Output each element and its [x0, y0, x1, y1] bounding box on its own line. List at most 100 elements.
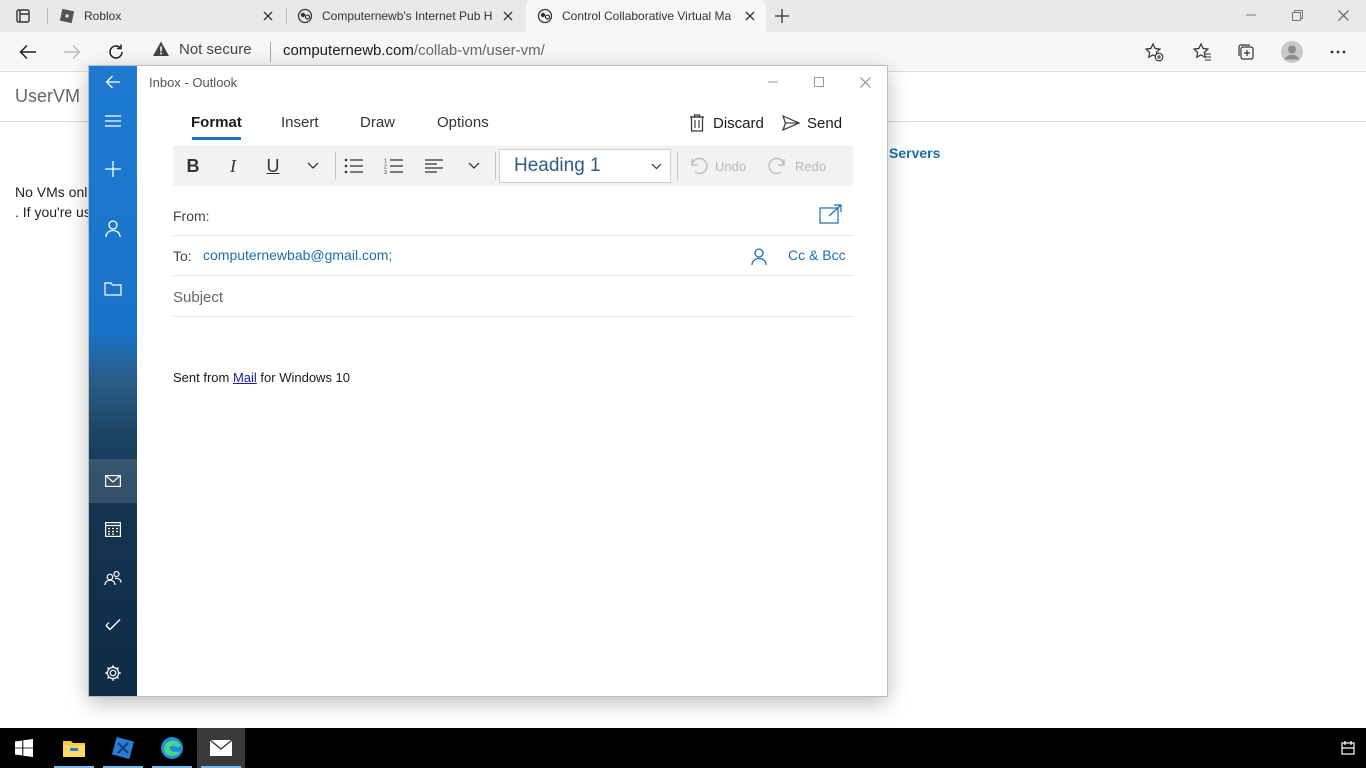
mail-app-link[interactable]: Mail — [233, 370, 257, 385]
send-label: Send — [807, 114, 843, 132]
profile-avatar[interactable] — [1278, 38, 1306, 66]
font-options-chevron-icon[interactable] — [295, 150, 331, 182]
message-body-signature[interactable]: Sent from Mail for Windows 10 — [173, 370, 350, 385]
mail-window-title: Inbox - Outlook — [149, 75, 238, 90]
calendar-icon[interactable] — [89, 507, 137, 551]
address-separator — [270, 42, 271, 62]
edge-icon[interactable] — [148, 728, 196, 768]
computernewb-favicon-icon — [296, 7, 314, 25]
forward-arrow-icon[interactable] — [58, 38, 86, 66]
align-left-icon[interactable] — [416, 150, 452, 182]
undo-arrow-icon — [687, 155, 709, 177]
undo-label: Undo — [715, 158, 747, 174]
people-icon[interactable] — [89, 556, 137, 600]
bold-button[interactable]: B — [175, 150, 211, 182]
windows-taskbar — [0, 728, 1366, 768]
chevron-down-icon — [646, 156, 666, 176]
security-label: Not secure — [179, 40, 252, 58]
ribbon-tab-options[interactable]: Options — [437, 114, 489, 131]
roblox-favicon-icon — [58, 7, 76, 25]
address-url[interactable]: computernewb.com/collab-vm/user-vm/ — [283, 42, 545, 59]
paragraph-style-select[interactable]: Heading 1 — [499, 149, 671, 183]
mail-minimize-icon[interactable] — [750, 66, 796, 98]
paragraph-options-chevron-icon[interactable] — [456, 150, 492, 182]
back-arrow-icon[interactable] — [14, 38, 42, 66]
page-message-line2: . If you're us — [15, 204, 91, 220]
toolbar-separator — [495, 152, 496, 180]
discard-button[interactable]: Discard — [687, 110, 764, 136]
url-host: computernewb.com — [283, 42, 414, 59]
style-select-value: Heading 1 — [514, 155, 601, 176]
tab-title: Computernewb's Internet Pub H — [322, 9, 493, 23]
send-button[interactable]: Send — [781, 110, 842, 136]
mail-icon[interactable] — [89, 459, 137, 503]
favorites-icon[interactable] — [1188, 38, 1216, 66]
redo-label: Redo — [795, 158, 827, 174]
warning-triangle-icon — [152, 40, 170, 58]
windows-start-icon[interactable] — [0, 728, 48, 768]
browser-tab-strip: Roblox Computernewb's Internet Pub H Con… — [0, 0, 1366, 32]
signature-suffix: for Windows 10 — [256, 370, 351, 385]
undo-button[interactable]: Undo — [687, 150, 746, 182]
computernewb-favicon-icon — [536, 7, 554, 25]
bulleted-list-icon[interactable] — [336, 150, 372, 182]
todo-check-icon[interactable] — [89, 603, 137, 647]
tab-control-collaborative-vm[interactable]: Control Collaborative Virtual Ma — [526, 0, 766, 32]
formatting-toolbar: B I U 123 Heading 1 Undo Redo — [173, 146, 853, 186]
tab-roblox[interactable]: Roblox — [48, 0, 284, 32]
numbered-list-icon[interactable]: 123 — [376, 150, 412, 182]
redo-button[interactable]: Redo — [767, 150, 826, 182]
browser-restore-icon[interactable] — [1274, 0, 1320, 30]
tab-close-icon[interactable] — [740, 6, 760, 26]
tab-computernewb-pub[interactable]: Computernewb's Internet Pub H — [286, 0, 524, 32]
folder-icon[interactable] — [89, 267, 137, 311]
roblox-studio-icon[interactable] — [99, 728, 147, 768]
notification-tray-icon[interactable] — [1338, 738, 1358, 758]
security-indicator[interactable]: Not secure — [152, 40, 252, 58]
cc-bcc-button[interactable]: Cc & Bcc — [788, 247, 846, 263]
mail-compose-window: Inbox - Outlook Format Insert Draw Optio… — [88, 65, 888, 697]
from-row[interactable]: From: — [173, 196, 853, 236]
servers-link[interactable]: Servers — [889, 145, 940, 161]
mail-taskbar-icon[interactable] — [197, 728, 245, 768]
contact-person-icon[interactable] — [747, 245, 771, 269]
to-row[interactable]: To: computernewbab@gmail.com; Cc & Bcc — [173, 236, 853, 276]
ribbon-tab-format[interactable]: Format — [191, 114, 242, 131]
account-person-icon[interactable] — [89, 207, 137, 251]
subject-input[interactable] — [173, 285, 773, 309]
back-arrow-icon[interactable] — [89, 60, 137, 104]
browser-close-icon[interactable] — [1320, 0, 1366, 30]
signature-prefix: Sent from — [173, 370, 233, 385]
mail-maximize-icon[interactable] — [796, 66, 842, 98]
tab-title: Control Collaborative Virtual Ma — [562, 9, 732, 23]
tab-close-icon[interactable] — [258, 6, 278, 26]
url-path: /collab-vm/user-vm/ — [413, 42, 545, 59]
new-tab-plus-icon[interactable] — [770, 5, 794, 27]
subject-row — [173, 277, 853, 317]
svg-text:3: 3 — [384, 170, 387, 174]
to-label: To: — [173, 248, 192, 264]
redo-arrow-icon — [767, 155, 789, 177]
ribbon-tab-insert[interactable]: Insert — [281, 114, 319, 131]
add-favorite-star-icon[interactable] — [1140, 38, 1168, 66]
tab-actions-icon[interactable] — [8, 6, 38, 26]
collections-icon[interactable] — [1232, 38, 1260, 66]
hamburger-icon[interactable] — [89, 99, 137, 143]
settings-gear-icon[interactable] — [89, 651, 137, 695]
browser-minimize-icon[interactable] — [1228, 0, 1274, 30]
send-plane-icon — [781, 113, 801, 133]
page-brand[interactable]: UserVM — [15, 86, 80, 107]
italic-button[interactable]: I — [215, 150, 251, 182]
pop-out-window-icon[interactable] — [819, 202, 843, 226]
toolbar-separator — [677, 152, 678, 180]
new-mail-plus-icon[interactable] — [89, 147, 137, 191]
active-tab-underline — [192, 137, 241, 140]
tab-close-icon[interactable] — [498, 6, 518, 26]
more-menu-icon[interactable] — [1324, 38, 1352, 66]
file-explorer-icon[interactable] — [50, 728, 98, 768]
page-message-line1: No VMs onl — [15, 184, 88, 200]
ribbon-tab-draw[interactable]: Draw — [360, 114, 395, 131]
mail-close-icon[interactable] — [842, 66, 888, 98]
underline-button[interactable]: U — [255, 150, 291, 182]
recipient-chip[interactable]: computernewbab@gmail.com; — [203, 247, 392, 263]
